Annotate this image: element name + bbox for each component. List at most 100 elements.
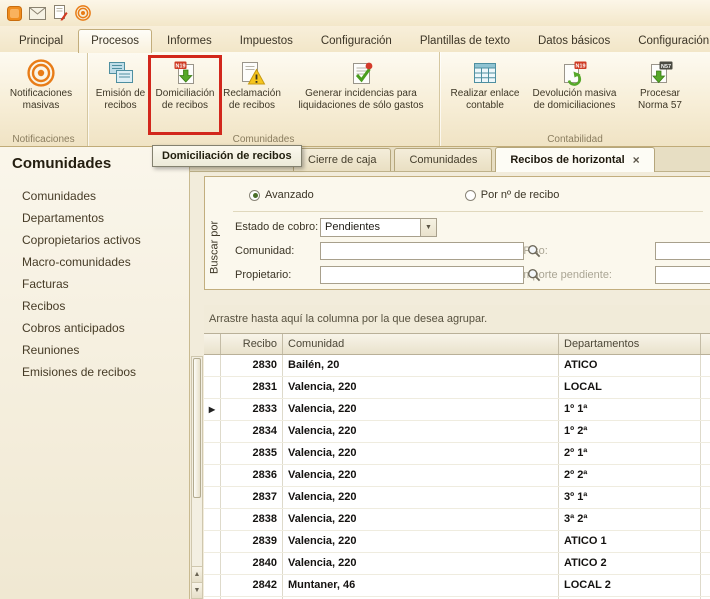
radio-avanzado[interactable]: [249, 190, 260, 201]
row-selector-cell: ▶: [204, 553, 221, 574]
edit-document-icon[interactable]: [51, 4, 69, 22]
cell-recibo: 2840: [221, 553, 283, 574]
sidebar-list: ComunidadesDepartamentosCopropietarios a…: [0, 185, 189, 383]
cell-extra: [701, 509, 710, 530]
cell-departamentos: 2º 1ª: [559, 443, 701, 464]
cell-recibo: 2842: [221, 575, 283, 596]
cell-recibo: 2836: [221, 465, 283, 486]
notificaciones-masivas-button[interactable]: Notificaciones masivas: [2, 55, 80, 111]
ribbon-tab[interactable]: Procesos: [78, 29, 152, 53]
table-row[interactable]: ▶ 2831 Valencia, 220 LOCAL: [204, 377, 710, 399]
chevron-down-icon[interactable]: ▼: [420, 219, 436, 236]
cell-comunidad: Bailén, 20: [283, 355, 559, 376]
procesar-norma-57-button[interactable]: N57 Procesar Norma 57: [624, 55, 696, 111]
ribbon-tab-label: Principal: [19, 35, 63, 47]
radio-por-numero-de-recibo[interactable]: [465, 190, 476, 201]
estado-de-cobro-value: Pendientes: [321, 219, 420, 236]
ribbon-group-contabilidad: Realizar enlace contable N19 Devolución …: [440, 52, 710, 146]
ribbon: Notificaciones masivas Notificaciones Em…: [0, 52, 710, 147]
cell-extra: [701, 377, 710, 398]
ribbon-tab[interactable]: Datos básicos: [525, 30, 623, 52]
ribbon-tab[interactable]: Configuración personal: [625, 30, 710, 52]
ribbon-tab-label: Configuración: [321, 35, 392, 47]
cell-recibo: 2838: [221, 509, 283, 530]
table-row[interactable]: ▶ 2833 Valencia, 220 1º 1ª: [204, 399, 710, 421]
scroll-up-button[interactable]: ▲: [192, 566, 202, 582]
button-label: Generar incidencias para liquidaciones d…: [285, 88, 437, 111]
estado-de-cobro-row: Estado de cobro: Pendientes ▼: [205, 217, 710, 237]
sidebar-item-label: Reuniones: [22, 343, 79, 357]
cell-comunidad: Valencia, 220: [283, 443, 559, 464]
current-row-arrow-icon: ▶: [204, 399, 220, 420]
sidebar-item[interactable]: Reuniones: [0, 339, 189, 361]
header-extra: [701, 334, 710, 354]
table-row[interactable]: ▶ 2836 Valencia, 220 2º 2ª: [204, 465, 710, 487]
ribbon-tab[interactable]: Informes: [154, 30, 225, 52]
table-row[interactable]: ▶ 2842 Muntaner, 46 LOCAL 2: [204, 575, 710, 597]
sidebar-item[interactable]: Macro-comunidades: [0, 251, 189, 273]
ribbon-tab-label: Informes: [167, 35, 212, 47]
ribbon-tab[interactable]: Principal: [6, 30, 76, 52]
domiciliacion-de-recibos-button[interactable]: N19 Domiciliación de recibos: [151, 55, 219, 111]
emision-de-recibos-button[interactable]: Emisión de recibos: [92, 55, 149, 111]
button-label: Procesar Norma 57: [624, 88, 696, 111]
ribbon-tab[interactable]: Configuración: [308, 30, 405, 52]
cell-departamentos: 1º 2ª: [559, 421, 701, 442]
sidebar-item[interactable]: Departamentos: [0, 207, 189, 229]
grid-rows: ▶ 2830 Bailén, 20 ATICO ▶ 2831 Valencia,…: [204, 355, 710, 599]
propietario-row: Propietario: Importe pendiente:: [205, 265, 710, 285]
ribbon-tab[interactable]: Plantillas de texto: [407, 30, 523, 52]
sidebar-item-label: Cobros anticipados: [22, 321, 125, 335]
search-icon[interactable]: [527, 244, 542, 259]
cell-departamentos: ATICO 2: [559, 553, 701, 574]
document-tab[interactable]: Recibos de horizontal ×: [495, 147, 654, 172]
return-n19-icon: N19: [561, 58, 588, 88]
table-row[interactable]: ▶ 2837 Valencia, 220 3º 1ª: [204, 487, 710, 509]
direct-debit-n19-icon: N19: [172, 58, 199, 88]
sidebar-item[interactable]: Comunidades: [0, 185, 189, 207]
app-logo-icon[interactable]: [5, 4, 23, 22]
reclamacion-de-recibos-button[interactable]: Reclamación de recibos: [221, 55, 283, 111]
sidebar-item[interactable]: Copropietarios activos: [0, 229, 189, 251]
realizar-enlace-contable-button[interactable]: Realizar enlace contable: [445, 55, 525, 111]
cell-comunidad: Valencia, 220: [283, 399, 559, 420]
scrollbar-thumb[interactable]: [193, 358, 201, 498]
sidebar-item[interactable]: Emisiones de recibos: [0, 361, 189, 383]
mail-icon[interactable]: [28, 4, 46, 22]
table-row[interactable]: ▶ 2830 Bailén, 20 ATICO: [204, 355, 710, 377]
piso-input[interactable]: [655, 242, 710, 260]
table-row[interactable]: ▶ 2834 Valencia, 220 1º 2ª: [204, 421, 710, 443]
cell-recibo: 2833: [221, 399, 283, 420]
table-row[interactable]: ▶ 2840 Valencia, 220 ATICO 2: [204, 553, 710, 575]
grid-vertical-scrollbar[interactable]: ▲ ▼: [191, 356, 203, 599]
button-label: Notificaciones masivas: [2, 88, 80, 111]
devolucion-masiva-button[interactable]: N19 Devolución masiva de domiciliaciones: [527, 55, 622, 111]
sidebar-item[interactable]: Facturas: [0, 273, 189, 295]
cell-comunidad: Valencia, 220: [283, 553, 559, 574]
receipt-warning-icon: [239, 58, 266, 88]
cell-recibo: 2830: [221, 355, 283, 376]
scroll-down-button[interactable]: ▼: [192, 582, 202, 598]
sidebar-item-label: Recibos: [22, 299, 65, 313]
cell-extra: [701, 443, 710, 464]
document-tab[interactable]: Comunidades ×: [394, 148, 492, 171]
group-by-panel[interactable]: Arrastre hasta aquí la columna por la qu…: [204, 305, 710, 333]
table-row[interactable]: ▶ 2835 Valencia, 220 2º 1ª: [204, 443, 710, 465]
sidebar-item[interactable]: Cobros anticipados: [0, 317, 189, 339]
broadcast-icon[interactable]: [74, 4, 92, 22]
header-comunidad[interactable]: Comunidad: [283, 334, 559, 354]
search-icon[interactable]: [527, 268, 542, 283]
header-departamentos[interactable]: Departamentos: [559, 334, 701, 354]
importe-pendiente-input[interactable]: [655, 266, 710, 284]
header-recibo[interactable]: Recibo: [221, 334, 283, 354]
table-row[interactable]: ▶ 2838 Valencia, 220 3ª 2ª: [204, 509, 710, 531]
document-tab[interactable]: Cierre de caja ×: [293, 148, 391, 171]
close-icon[interactable]: ×: [633, 154, 640, 166]
propietario-input[interactable]: [320, 266, 524, 284]
table-row[interactable]: ▶ 2839 Valencia, 220 ATICO 1: [204, 531, 710, 553]
sidebar-item[interactable]: Recibos: [0, 295, 189, 317]
comunidad-input[interactable]: [320, 242, 524, 260]
generar-incidencias-button[interactable]: Generar incidencias para liquidaciones d…: [285, 55, 437, 111]
estado-de-cobro-select[interactable]: Pendientes ▼: [320, 218, 437, 237]
ribbon-tab[interactable]: Impuestos: [227, 30, 306, 52]
